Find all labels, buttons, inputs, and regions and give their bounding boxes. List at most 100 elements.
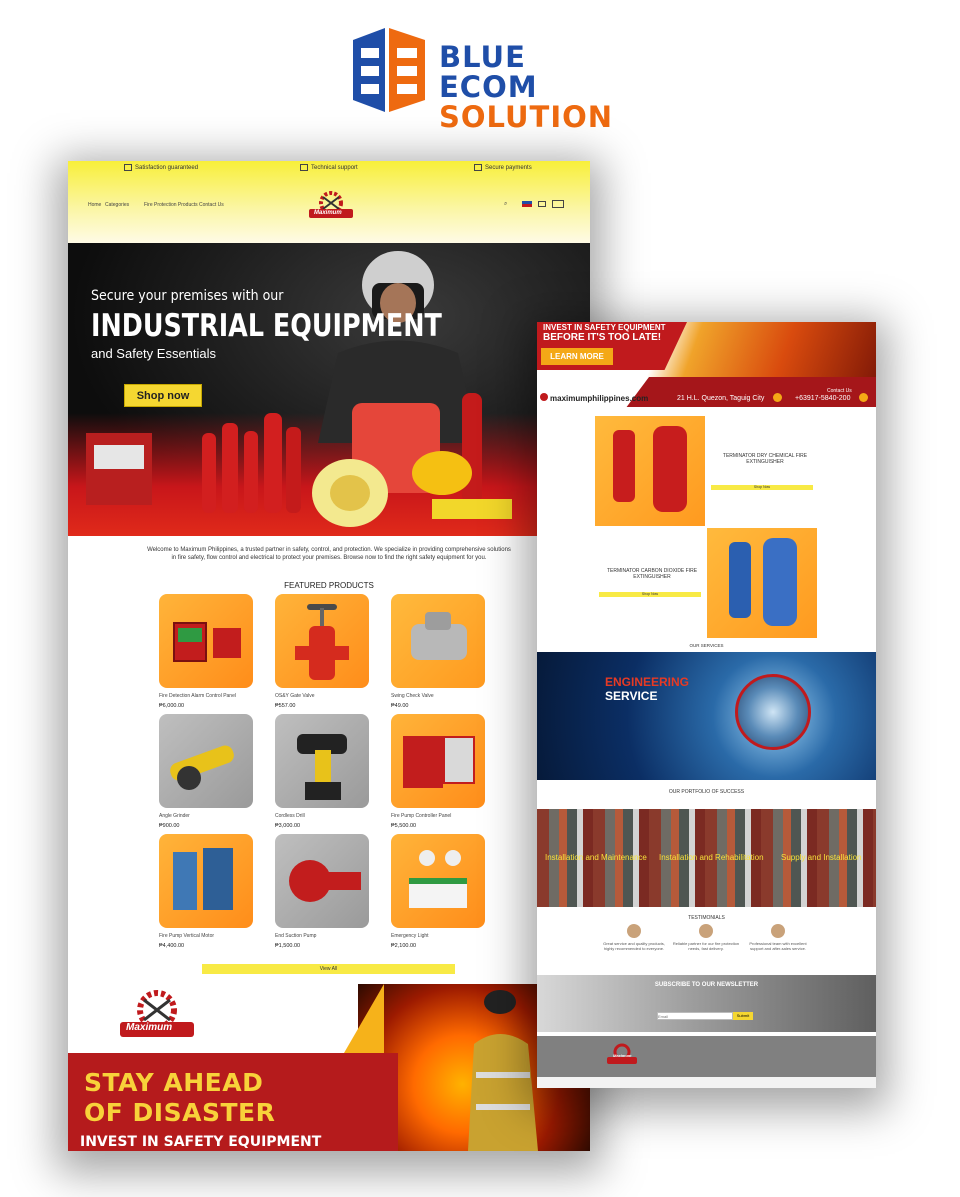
brand-name-line2: SOLUTION [439, 100, 614, 134]
check-valve-icon[interactable] [391, 594, 485, 688]
service-title-line2: SERVICE [605, 689, 658, 703]
newsletter-title: SUBSCRIBE TO OUR NEWSLETTER [654, 982, 759, 988]
product-price: ₱557.00 [275, 703, 296, 709]
alarm-panel-icon[interactable] [159, 594, 253, 688]
portfolio-title: OUR PORTFOLIO OF SUCCESS [668, 789, 745, 795]
hero-line1: Secure your premises with our [91, 288, 284, 304]
email-icon [540, 393, 548, 401]
product-card[interactable]: End Suction Pump ₱1,500.00 [275, 834, 369, 949]
hero-line3: and Safety Essentials [91, 346, 217, 361]
promo-hero-line2: BEFORE IT'S TOO LATE! [543, 332, 662, 343]
brand-header: BLUE ECOM SOLUTION [345, 20, 625, 132]
emergency-light-icon[interactable] [391, 834, 485, 928]
product-price: ₱5,500.00 [391, 823, 417, 829]
hero-title: INDUSTRIAL EQUIPMENT [91, 308, 442, 344]
shop-now-button[interactable]: Shop now [124, 384, 202, 407]
product-name[interactable]: Emergency Light [391, 933, 485, 939]
learn-more-button[interactable]: LEARN MORE [541, 348, 613, 365]
promo-banner: Maximum STAY AHEAD OF DISASTER INVEST IN… [68, 984, 590, 1151]
avatar [699, 924, 713, 938]
services-banner [537, 652, 876, 780]
product-name[interactable]: Angle Grinder [159, 813, 253, 819]
product-price: ₱4,400.00 [159, 943, 185, 949]
service-title-line1: ENGINEERING [605, 675, 690, 689]
product-card[interactable]: Fire Pump Vertical Motor ₱4,400.00 [159, 834, 253, 949]
engineer-image [735, 674, 811, 750]
nav-contact[interactable]: Contact Us [199, 202, 224, 208]
product-name[interactable]: Fire Detection Alarm Control Panel [159, 693, 253, 699]
avatar [771, 924, 785, 938]
gate-valve-icon[interactable] [275, 594, 369, 688]
drill-icon[interactable] [275, 714, 369, 808]
pump-panel-icon[interactable] [391, 714, 485, 808]
product-card[interactable]: OS&Y Gate Valve ₱557.00 [275, 594, 369, 709]
trust-item: Technical support [300, 164, 358, 171]
maximum-logo-icon[interactable] [305, 189, 357, 223]
portfolio-label[interactable]: Installation and Rehabilitation [659, 853, 764, 862]
testimonial-card: Reliable partner for our fire protection… [671, 924, 741, 951]
welcome-text: Welcome to Maximum Philippines, a truste… [147, 547, 511, 561]
promo-logo-text: Maximum [126, 1022, 173, 1033]
testimonial-card: Great service and quality products, high… [599, 924, 669, 951]
newsletter-submit-button[interactable]: Submit [733, 1012, 753, 1020]
product-price: ₱3,000.00 [275, 823, 301, 829]
pump-icon[interactable] [275, 834, 369, 928]
cart-icon[interactable] [552, 200, 564, 208]
product-name[interactable]: Fire Pump Controller Panel [391, 813, 485, 819]
product-card[interactable]: Cordless Drill ₱3,000.00 [275, 714, 369, 829]
product-price: ₱2,100.00 [391, 943, 417, 949]
co2-extinguisher-image[interactable] [707, 528, 817, 638]
view-all-button[interactable]: View All [202, 964, 455, 974]
product-name[interactable]: Fire Pump Vertical Motor [159, 933, 253, 939]
motor-icon[interactable] [159, 834, 253, 928]
right-page-mockup: INVEST IN SAFETY EQUIPMENT BEFORE IT'S T… [537, 322, 876, 1088]
product-title: TERMINATOR CARBON DIOXIDE FIRE EXTINGUIS… [606, 568, 698, 580]
footer-bottom-bar [537, 1077, 876, 1088]
trust-item: Secure payments [474, 164, 532, 171]
product-name[interactable]: Cordless Drill [275, 813, 369, 819]
product-price: ₱6,000.00 [159, 703, 185, 709]
product-price: ₱1,500.00 [275, 943, 301, 949]
product-price: ₱49.00 [391, 703, 409, 709]
account-icon[interactable] [538, 201, 546, 207]
hero-banner: Secure your premises with our INDUSTRIAL… [68, 243, 590, 536]
footer-logo-text: Maximum [613, 1053, 632, 1058]
featured-products-title: FEATURED PRODUCTS [284, 581, 374, 590]
grinder-icon[interactable] [159, 714, 253, 808]
nav-home[interactable]: Home [88, 202, 101, 208]
promo-line1: STAY AHEAD [84, 1068, 264, 1097]
product-price: ₱900.00 [159, 823, 180, 829]
portfolio-label[interactable]: Supply and Installation [781, 853, 862, 862]
flag-icon[interactable] [522, 201, 532, 207]
product-card[interactable]: Fire Detection Alarm Control Panel ₱6,00… [159, 594, 253, 709]
dry-chemical-extinguisher-image[interactable] [595, 416, 705, 526]
newsletter-email-input[interactable] [657, 1012, 733, 1020]
testimonial-card: Professional team with excellent support… [743, 924, 813, 951]
product-name[interactable]: OS&Y Gate Valve [275, 693, 369, 699]
shop-now-button[interactable]: Shop Now [711, 485, 813, 490]
promo-hero-line1: INVEST IN SAFETY EQUIPMENT [543, 323, 666, 332]
services-label: OUR SERVICES [689, 643, 724, 648]
nav-fire-protection[interactable]: Fire Protection Products [144, 202, 198, 208]
product-card[interactable]: Fire Pump Controller Panel ₱5,500.00 [391, 714, 485, 829]
trust-item: Satisfaction guaranteed [124, 164, 198, 171]
product-name[interactable]: End Suction Pump [275, 933, 369, 939]
maximum-logo-icon [120, 990, 194, 1037]
portfolio-label[interactable]: Installation and Maintenance [545, 853, 647, 862]
location-icon [773, 393, 782, 402]
promo-line3: INVEST IN SAFETY EQUIPMENT [80, 1134, 322, 1150]
contact-email[interactable]: maximumphilippines.com [550, 394, 648, 403]
contact-us-label: Contact Us [827, 388, 852, 394]
phone-icon [859, 393, 868, 402]
shop-now-button[interactable]: Shop Now [599, 592, 701, 597]
contact-phone[interactable]: +63917-5840-200 [795, 395, 850, 402]
nav-categories[interactable]: Categories [105, 202, 129, 208]
brand-name-line1: BLUE ECOM [439, 40, 538, 104]
product-card[interactable]: Emergency Light ₱2,100.00 [391, 834, 485, 949]
product-card[interactable]: Swing Check Valve ₱49.00 [391, 594, 485, 709]
contact-address: 21 H.L. Quezon, Taguig City [677, 395, 765, 402]
search-icon[interactable]: ⌕ [504, 201, 507, 208]
logo-text: Maximum [314, 210, 342, 216]
product-card[interactable]: Angle Grinder ₱900.00 [159, 714, 253, 829]
product-name[interactable]: Swing Check Valve [391, 693, 485, 699]
